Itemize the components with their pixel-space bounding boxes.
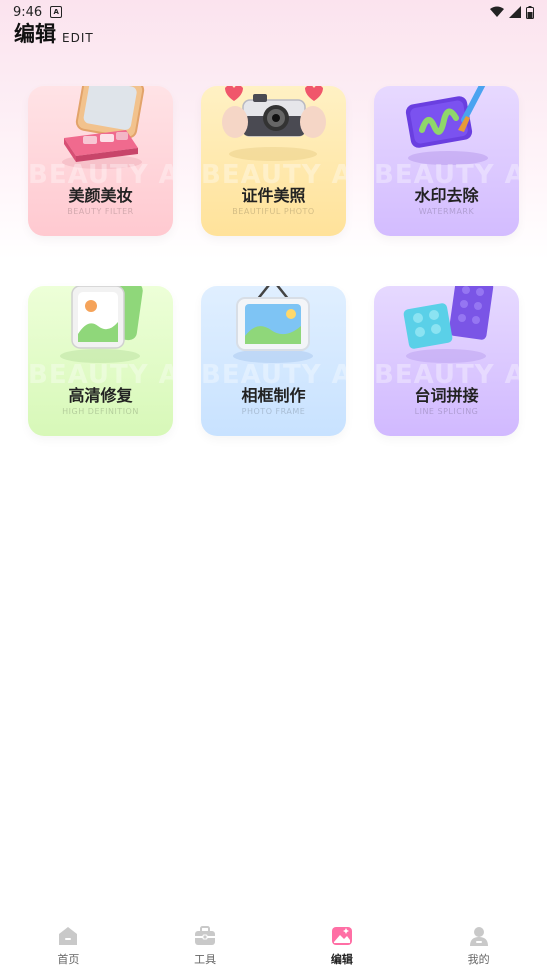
tab-home[interactable]: 首页 (0, 918, 137, 974)
card-beauty-filter[interactable]: BEAUTY AN 美颜美妆 BEAUTY FILTER (28, 86, 173, 236)
a-icon: A (50, 6, 63, 18)
card-subtitle: PHOTO FRAME (241, 407, 306, 416)
card-title: 台词拼接 (414, 386, 479, 405)
card-title: 证件美照 (241, 186, 306, 205)
page-title: 编辑 (14, 22, 56, 46)
card-title: 美颜美妆 (68, 186, 133, 205)
card-watermark-removal[interactable]: BEAUTY AN 水印去除 WATERMARK (374, 86, 519, 236)
card-subtitle: WATERMARK (418, 207, 475, 216)
signal-icon (509, 6, 521, 18)
home-icon (59, 927, 78, 945)
card-subtitle: HIGH DEFINITION (62, 407, 139, 416)
page-subtitle: EDIT (62, 31, 94, 45)
tab-label: 我的 (467, 953, 490, 966)
card-subtitle: BEAUTY FILTER (67, 207, 134, 216)
card-subtitle: LINE SPLICING (414, 407, 479, 416)
tab-edit[interactable]: 编辑 (274, 918, 411, 974)
card-high-definition[interactable]: BEAUTY AN 高清修复 HIGH DEFINITION (28, 286, 173, 436)
user-icon (469, 927, 488, 946)
tab-label: 首页 (57, 953, 80, 966)
card-subtitle: BEAUTIFUL PHOTO (232, 207, 315, 216)
toolbox-icon (195, 926, 216, 945)
tab-label: 工具 (194, 953, 217, 966)
tab-label: 编辑 (330, 953, 353, 966)
page-header: 编辑 EDIT (14, 18, 94, 48)
bottom-tab-bar: 首页 工具 编辑 我的 (0, 918, 547, 974)
card-line-splicing[interactable]: BEAUTY AN 台词拼接 LINE SPLICING (374, 286, 519, 436)
card-title: 相框制作 (241, 386, 306, 405)
battery-icon (526, 5, 534, 19)
wifi-icon (490, 6, 504, 17)
edit-image-icon (331, 927, 352, 945)
card-photo-frame[interactable]: BEAUTY AN 相框制作 PHOTO FRAME (201, 286, 346, 436)
card-title: 高清修复 (68, 386, 133, 405)
tab-profile[interactable]: 我的 (410, 918, 547, 974)
card-beautiful-photo[interactable]: BEAUTY AN 证件美照 BEAUTIFUL PHOTO (201, 86, 346, 236)
card-title: 水印去除 (414, 186, 479, 205)
tab-tools[interactable]: 工具 (137, 918, 274, 974)
